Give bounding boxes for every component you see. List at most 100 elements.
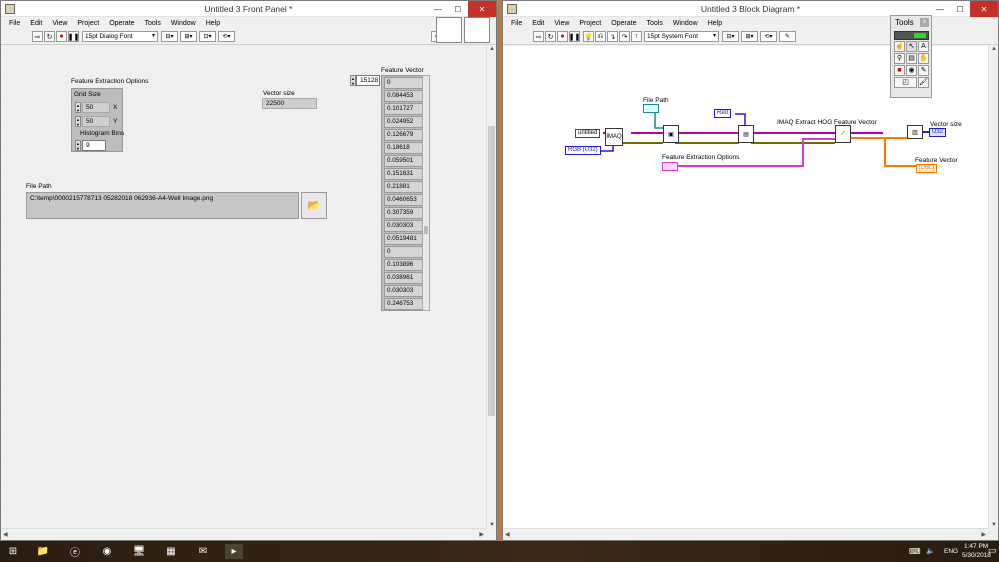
notifications-icon[interactable]: ▭: [988, 545, 997, 556]
scroll-right-icon[interactable]: ▶: [981, 531, 986, 538]
block-diagram-canvas[interactable]: File Path untitled IMAQ RGB (U32) ▣ Red …: [503, 46, 988, 528]
get-color-icon[interactable]: ✎: [918, 65, 929, 76]
grid-x-stepper[interactable]: ▲ ▼: [75, 102, 81, 113]
histogram-bins-field[interactable]: 9: [82, 140, 106, 151]
auto-tool-toggle[interactable]: [894, 31, 929, 40]
menu-view[interactable]: View: [47, 20, 72, 27]
imaq-create-node[interactable]: IMAQ: [605, 128, 623, 146]
abort-icon[interactable]: ●: [56, 31, 67, 42]
reorder-icon[interactable]: ⟲▾: [760, 31, 777, 42]
menu-file[interactable]: File: [4, 20, 25, 27]
run-continuously-icon[interactable]: ↻: [545, 31, 556, 42]
breakpoint-icon[interactable]: ■: [894, 65, 905, 76]
menu-edit[interactable]: Edit: [25, 20, 47, 27]
vi-icon[interactable]: [464, 17, 490, 43]
clock-date[interactable]: 5/30/2018: [962, 552, 991, 559]
scroll-up-icon[interactable]: ▲: [991, 46, 997, 52]
operate-hand-icon[interactable]: ☝: [894, 41, 905, 52]
keyboard-icon[interactable]: ⌨: [909, 547, 921, 556]
vector-size-terminal[interactable]: U32: [929, 128, 947, 137]
menu-edit[interactable]: Edit: [527, 20, 549, 27]
imaq-extract-plane-node[interactable]: ▤: [738, 125, 754, 143]
grid-y-field[interactable]: 50: [82, 116, 110, 127]
menu-window[interactable]: Window: [668, 20, 703, 27]
array-index-field[interactable]: 15128: [356, 75, 380, 86]
imaq-readfile-node[interactable]: ▣: [663, 125, 679, 143]
menu-help[interactable]: Help: [201, 20, 225, 27]
file-explorer-icon[interactable]: 📁: [34, 544, 52, 559]
brush-icon[interactable]: 🖌: [918, 77, 929, 88]
menu-view[interactable]: View: [549, 20, 574, 27]
menu-tools[interactable]: Tools: [139, 20, 165, 27]
file-path-terminal[interactable]: [643, 104, 659, 113]
browse-folder-button[interactable]: 📂: [301, 192, 327, 219]
front-panel-titlebar[interactable]: Untitled 3 Front Panel * — ☐ ✕: [1, 1, 496, 17]
abort-icon[interactable]: ●: [557, 31, 568, 42]
menu-project[interactable]: Project: [574, 20, 606, 27]
array-size-node[interactable]: ▥: [907, 125, 923, 139]
reorder-icon[interactable]: ⟲▾: [218, 31, 235, 42]
color-box-icon[interactable]: ◰: [894, 77, 917, 88]
font-select[interactable]: 15pt Dialog Font: [82, 31, 158, 42]
scroll-down-icon[interactable]: ▼: [489, 522, 495, 528]
scroll-left-icon[interactable]: ◀: [505, 531, 510, 538]
scroll-up-icon[interactable]: ▲: [489, 46, 495, 52]
align-objects-icon[interactable]: ⊟▾: [161, 31, 178, 42]
run-arrow-icon[interactable]: ⇨: [533, 31, 544, 42]
shortcut-menu-icon[interactable]: ▤: [906, 53, 917, 64]
menu-tools[interactable]: Tools: [641, 20, 667, 27]
vscroll-thumb[interactable]: [488, 126, 495, 416]
feature-vector-terminal[interactable]: [DBL]: [916, 164, 938, 173]
minimize-icon[interactable]: —: [930, 1, 950, 17]
file-path-field[interactable]: C:\temp\0000215778713 05282018 062936-A4…: [26, 192, 299, 219]
connector-pane-icon[interactable]: [436, 17, 462, 43]
untitled-constant[interactable]: untitled: [575, 129, 601, 138]
distribute-objects-icon[interactable]: ⊞▾: [180, 31, 197, 42]
histogram-bins-stepper[interactable]: ▲ ▼: [75, 140, 81, 151]
step-into-icon[interactable]: ↴: [607, 31, 618, 42]
text-tool-icon[interactable]: A: [918, 41, 929, 52]
clock-time[interactable]: 1:47 PM: [964, 543, 988, 550]
menu-help[interactable]: Help: [703, 20, 727, 27]
align-objects-icon[interactable]: ⊟▾: [722, 31, 739, 42]
cleanup-diagram-icon[interactable]: ✎: [779, 31, 796, 42]
run-continuously-icon[interactable]: ↻: [44, 31, 55, 42]
red-plane-constant[interactable]: Red: [714, 109, 732, 118]
menu-project[interactable]: Project: [72, 20, 104, 27]
array-scrollbar[interactable]: [422, 75, 430, 311]
chrome-icon[interactable]: ◉: [98, 544, 116, 559]
ie-icon[interactable]: ⓔ: [66, 544, 84, 559]
pause-icon[interactable]: ❚❚: [569, 31, 580, 42]
grid-x-field[interactable]: 50: [82, 102, 110, 113]
front-panel-canvas[interactable]: Feature Extraction Options Grid Size ▲ ▼ …: [1, 46, 486, 528]
rgb-u32-constant[interactable]: RGB (U32): [565, 146, 601, 155]
pause-icon[interactable]: ❚❚: [68, 31, 79, 42]
scroll-left-icon[interactable]: ◀: [3, 531, 8, 538]
maximize-icon[interactable]: ☐: [950, 1, 970, 17]
menu-operate[interactable]: Operate: [104, 20, 139, 27]
calculator-icon[interactable]: ▦: [162, 544, 180, 559]
font-select[interactable]: 15pt System Font: [644, 31, 719, 42]
block-diagram-vscroll[interactable]: ▲ ▼: [988, 46, 998, 528]
front-panel-hscroll[interactable]: ◀ ▶: [1, 528, 486, 540]
front-panel-vscroll[interactable]: ▲ ▼: [486, 46, 496, 528]
labview-taskbar-icon[interactable]: ▸: [225, 544, 243, 559]
probe-icon[interactable]: ◉: [906, 65, 917, 76]
retain-wire-values-icon[interactable]: ⎌: [595, 31, 606, 42]
distribute-objects-icon[interactable]: ⊞▾: [741, 31, 758, 42]
highlight-execution-icon[interactable]: 💡: [583, 31, 594, 42]
close-icon[interactable]: ✕: [468, 1, 496, 17]
array-scroll-thumb[interactable]: [424, 226, 428, 234]
language-indicator[interactable]: ENG: [944, 548, 958, 555]
block-diagram-hscroll[interactable]: ◀ ▶: [503, 528, 988, 540]
step-out-icon[interactable]: ↑: [631, 31, 642, 42]
minimize-icon[interactable]: —: [428, 1, 448, 17]
hog-extract-node[interactable]: ⟋: [835, 125, 851, 143]
step-over-icon[interactable]: ↷: [619, 31, 630, 42]
feature-options-terminal[interactable]: [662, 162, 678, 171]
wiring-spool-icon[interactable]: ⚲: [894, 53, 905, 64]
resize-objects-icon[interactable]: ⊡▾: [199, 31, 216, 42]
menu-window[interactable]: Window: [166, 20, 201, 27]
scroll-down-icon[interactable]: ▼: [991, 522, 997, 528]
maximize-icon[interactable]: ☐: [448, 1, 468, 17]
